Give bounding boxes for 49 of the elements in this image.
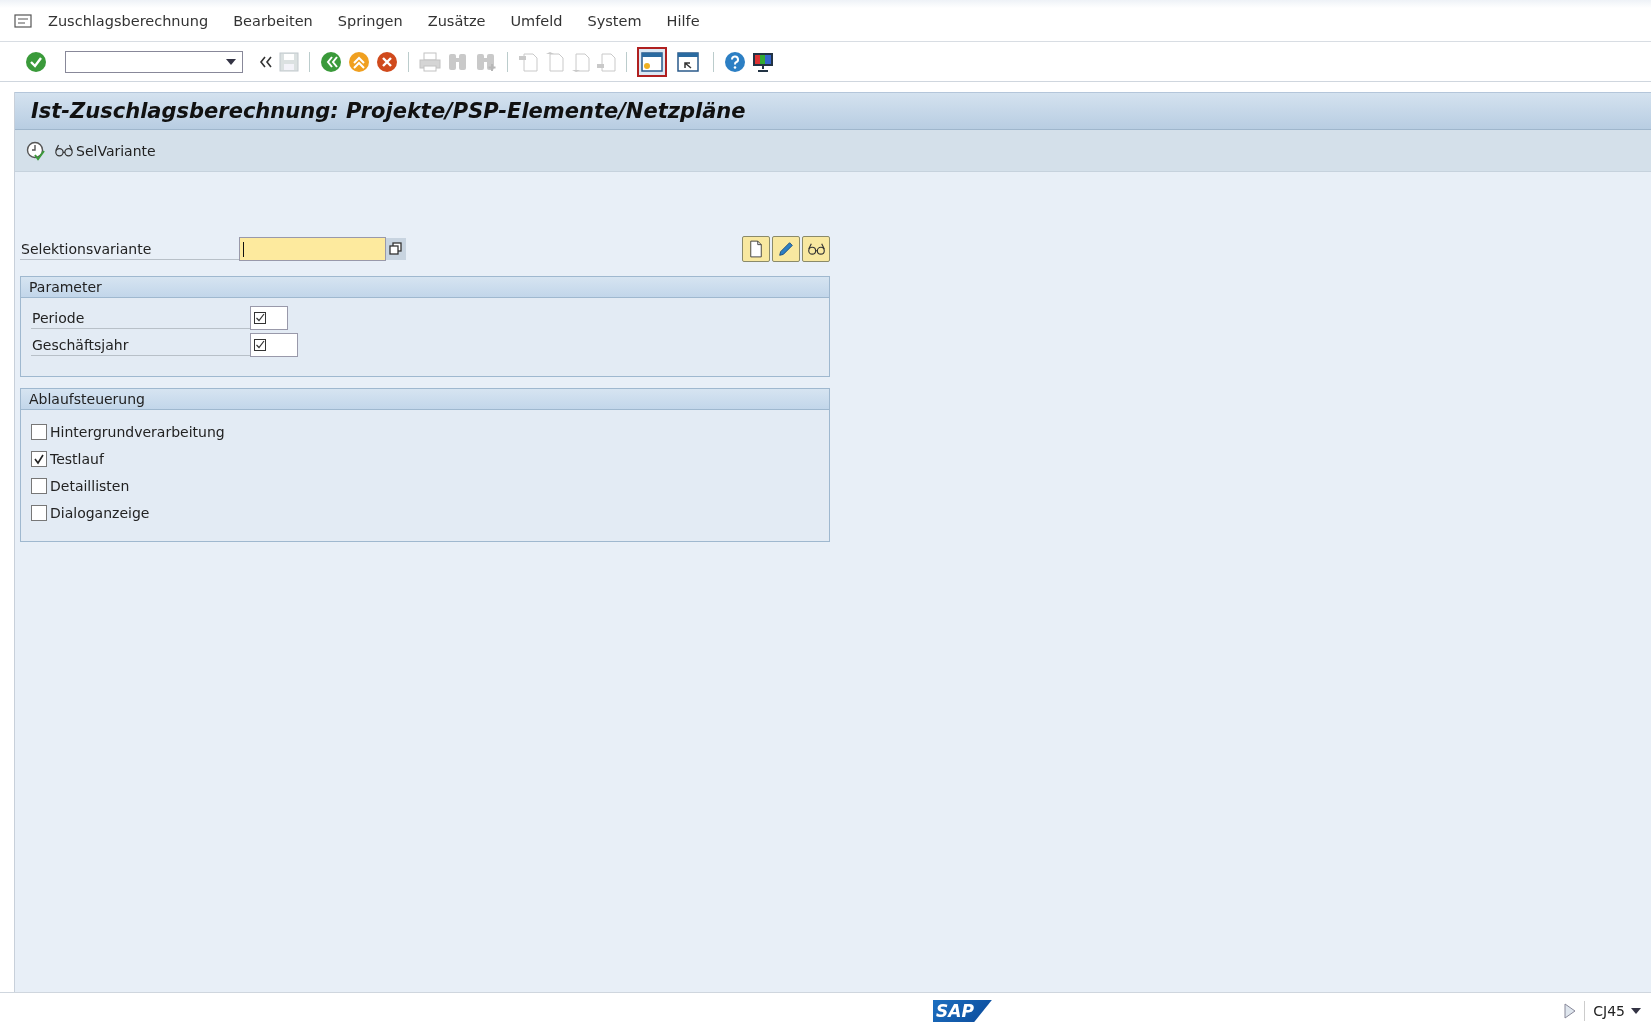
menu-item[interactable]: Hilfe [666,12,700,29]
checkbox-label: Hintergrundverarbeitung [50,423,225,440]
display-button[interactable] [802,236,830,262]
checkmark-icon[interactable] [25,50,47,73]
create-button[interactable] [742,236,770,262]
menu-item[interactable]: Zuschlagsberechnung [48,12,209,29]
input-field[interactable] [239,237,386,261]
clock-execute-icon[interactable] [26,140,46,161]
menu-item[interactable]: Umfeld [510,12,563,29]
menu-item[interactable]: Zusätze [427,12,486,29]
menu-item[interactable]: Bearbeiten [233,12,313,29]
dropdown-icon[interactable] [1631,1008,1641,1014]
menu-item[interactable]: Springen [337,12,403,29]
glasses-icon [54,143,74,158]
checkbox-label: Dialoganzeige [50,504,150,521]
edit-button[interactable] [772,236,800,262]
input-field[interactable] [250,305,288,330]
input-field[interactable] [250,332,298,357]
checkbox[interactable] [31,450,47,467]
help-icon[interactable] [724,50,746,73]
cancel-icon[interactable] [376,50,398,73]
transaction-code: CJ45 [1593,1003,1625,1019]
pencil-icon [777,240,795,258]
variant-button[interactable]: SelVariante [52,140,158,161]
new-window-button[interactable] [637,46,667,77]
field-label: Periode [31,306,250,329]
dropdown-icon [226,58,236,65]
value-help-icon[interactable] [386,238,406,260]
page-icon [749,240,763,258]
command-field[interactable] [65,50,243,73]
field-label: Selektionsvariante [20,238,239,260]
group-title: Parameter [21,277,829,298]
menu-item[interactable]: System [587,12,642,29]
group-title: Ablaufsteuerung [21,389,829,410]
checkbox[interactable] [31,423,47,440]
back-icon[interactable] [320,50,342,73]
glasses-icon [806,242,826,256]
menu-icon[interactable] [14,13,32,28]
checkbox[interactable] [31,477,47,494]
checkbox-label: Testlauf [50,450,104,467]
exit-icon[interactable] [348,50,370,73]
monitor-icon[interactable] [752,50,774,73]
window-title: Ist-Zuschlagsberechnung: Projekte/PSP-Elemente/Netzpläne [31,99,746,123]
checkbox-label: Detaillisten [50,477,130,494]
checkbox[interactable] [31,504,47,521]
field-label: Geschäftsjahr [31,333,250,356]
logo: SAP [933,1000,992,1022]
triangle-icon[interactable] [1564,1003,1577,1019]
double-chevron-icon[interactable] [259,55,273,68]
